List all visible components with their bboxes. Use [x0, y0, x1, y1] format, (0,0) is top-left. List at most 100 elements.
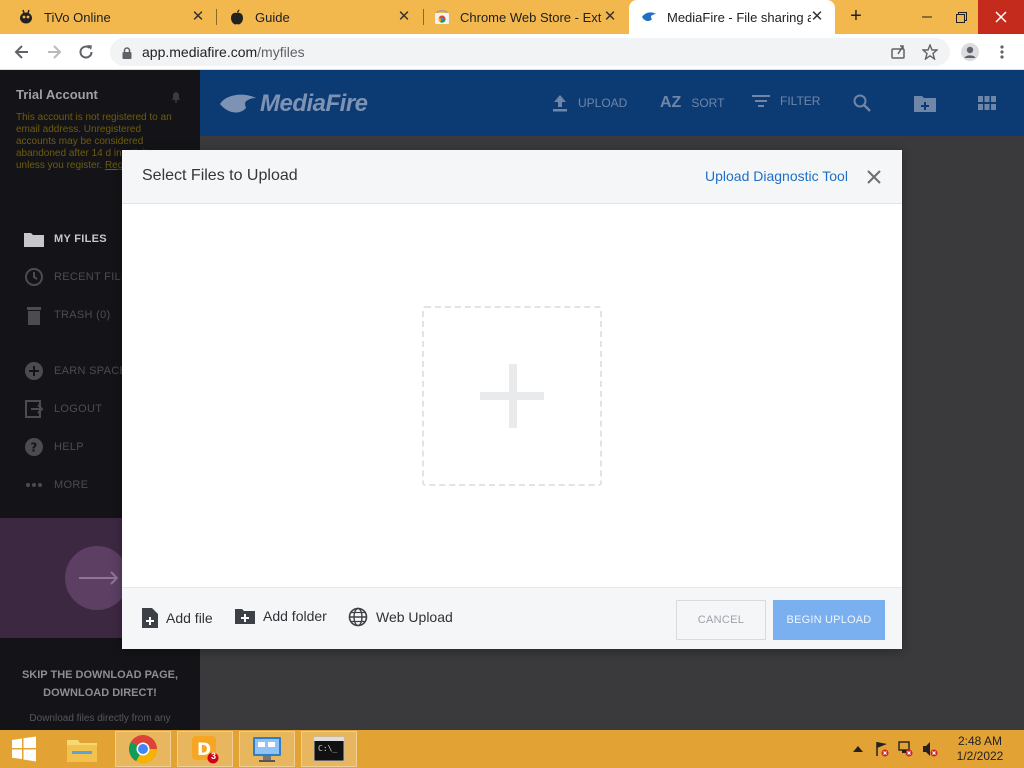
filter-icon — [752, 94, 770, 108]
back-button[interactable] — [10, 40, 34, 64]
dialog-title: Select Files to Upload — [142, 167, 298, 184]
url-path: /myfiles — [257, 44, 305, 60]
sidebar-item-earn-space[interactable]: EARN SPACE — [24, 361, 127, 381]
reload-icon — [79, 45, 93, 59]
new-folder-button[interactable] — [914, 94, 936, 112]
sidebar-item-logout[interactable]: LOGOUT — [24, 399, 102, 419]
dialog-header: Select Files to Upload Upload Diagnostic… — [122, 150, 902, 204]
apple-icon — [229, 9, 245, 25]
restore-button[interactable] — [944, 0, 978, 34]
action-center-flag-icon[interactable] — [874, 741, 890, 757]
sidebar-item-trash[interactable]: TRASH (0) — [24, 305, 110, 325]
sidebar-item-my-files[interactable]: MY FILES — [24, 229, 107, 249]
begin-upload-button[interactable]: BEGIN UPLOAD — [773, 600, 885, 640]
plus-icon — [480, 364, 544, 428]
system-clock[interactable]: 2:48 AM 1/2/2022 — [950, 734, 1010, 764]
folder-plus-icon — [914, 96, 936, 112]
new-tab-button[interactable]: + — [845, 6, 867, 28]
bookmark-star-button[interactable] — [918, 40, 942, 64]
tab-label: Chrome Web Store - Exten — [460, 9, 602, 25]
sidebar-item-recent-files[interactable]: RECENT FILE — [24, 267, 129, 287]
network-icon[interactable] — [898, 741, 914, 757]
lock-icon — [122, 46, 132, 62]
taskbar-file-explorer[interactable] — [54, 731, 110, 767]
filter-button[interactable]: FILTER — [752, 94, 820, 108]
sidebar-item-help[interactable]: ? HELP — [24, 437, 84, 457]
close-icon — [867, 170, 881, 184]
search-button[interactable] — [853, 94, 871, 112]
sidebar-item-more[interactable]: MORE — [24, 475, 88, 495]
taskbar-app-d[interactable]: D 3 — [177, 731, 233, 767]
avatar-icon — [961, 43, 979, 61]
taskbar-remote-desktop[interactable] — [239, 731, 295, 767]
taskbar-command-prompt[interactable]: C:\_ — [301, 731, 357, 767]
file-plus-icon — [142, 608, 158, 628]
upload-diagnostic-link[interactable]: Upload Diagnostic Tool — [705, 168, 848, 184]
close-icon[interactable]: ✕ — [396, 9, 412, 25]
search-icon — [853, 94, 871, 112]
promo-subtitle: Download files directly from any — [29, 713, 171, 724]
tab-tivo[interactable]: TiVo Online ✕ — [0, 0, 216, 34]
file-drop-zone[interactable] — [422, 306, 602, 486]
upload-label: UPLOAD — [578, 96, 628, 110]
logo-text: MediaFire — [260, 90, 368, 117]
sort-label: SORT — [691, 96, 725, 110]
bell-icon[interactable] — [171, 90, 181, 108]
logout-icon — [24, 399, 44, 419]
reload-button[interactable] — [74, 40, 98, 64]
upload-dialog: Select Files to Upload Upload Diagnostic… — [122, 150, 902, 649]
notification-badge: 3 — [211, 751, 217, 761]
add-file-button[interactable]: Add file — [142, 608, 213, 628]
volume-icon[interactable] — [922, 741, 938, 757]
cancel-button[interactable]: CANCEL — [676, 600, 766, 640]
plus-circle-icon — [24, 361, 44, 381]
more-icon — [24, 475, 44, 495]
tab-guide[interactable]: Guide ✕ — [217, 0, 422, 34]
arrow-right-icon — [79, 571, 119, 585]
window-close-button[interactable] — [978, 0, 1024, 34]
dialog-close-button[interactable] — [864, 167, 884, 187]
tab-chrome-web-store[interactable]: Chrome Web Store - Exten ✕ — [424, 0, 628, 34]
sort-alpha-icon: AZ — [660, 94, 682, 111]
share-button[interactable] — [886, 40, 910, 64]
tab-mediafire[interactable]: MediaFire - File sharing an ✕ — [629, 0, 835, 34]
minimize-button[interactable] — [910, 0, 944, 34]
close-icon[interactable]: ✕ — [190, 9, 206, 25]
sidebar-item-label: RECENT FILE — [54, 271, 129, 283]
browser-tab-strip: TiVo Online ✕ Guide ✕ Chrome Web Store -… — [0, 0, 1024, 34]
profile-button[interactable] — [958, 40, 982, 64]
mediafire-logo[interactable]: MediaFire — [218, 90, 368, 118]
help-icon: ? — [24, 437, 44, 457]
web-upload-label: Web Upload — [376, 609, 453, 625]
grid-view-button[interactable] — [978, 96, 996, 110]
sidebar-item-label: MORE — [54, 479, 89, 491]
upload-icon — [552, 94, 568, 112]
chevron-up-icon[interactable] — [850, 741, 866, 757]
star-icon — [922, 44, 938, 60]
close-icon[interactable]: ✕ — [809, 9, 825, 25]
close-icon[interactable]: ✕ — [602, 9, 618, 25]
restore-icon — [955, 11, 967, 23]
close-icon — [995, 11, 1007, 23]
folder-plus-icon — [235, 608, 255, 624]
windows-logo-icon — [12, 736, 36, 762]
clock-date: 1/2/2022 — [956, 749, 1004, 763]
promo-title-line: SKIP THE DOWNLOAD PAGE, — [21, 669, 179, 681]
address-bar[interactable]: app.mediafire.com/myfiles — [110, 38, 950, 66]
tab-label: Guide — [255, 9, 290, 25]
url-host: app.mediafire.com — [142, 44, 258, 60]
tab-label: TiVo Online — [44, 9, 111, 25]
windows-taskbar: D 3 C:\_ 2:48 AM 1/2/2022 — [0, 730, 1024, 768]
start-button[interactable] — [0, 731, 48, 767]
forward-button[interactable] — [42, 40, 66, 64]
taskbar-chrome[interactable] — [115, 731, 171, 767]
sort-button[interactable]: AZ SORT — [660, 94, 724, 112]
add-file-label: Add file — [166, 610, 213, 626]
menu-button[interactable] — [990, 40, 1014, 64]
upload-button[interactable]: UPLOAD — [552, 94, 627, 112]
share-icon — [891, 45, 905, 59]
web-upload-button[interactable]: Web Upload — [348, 607, 453, 627]
arrow-right-icon — [48, 45, 62, 59]
tab-label: MediaFire - File sharing an — [667, 9, 811, 25]
add-folder-button[interactable]: Add folder — [235, 608, 327, 624]
